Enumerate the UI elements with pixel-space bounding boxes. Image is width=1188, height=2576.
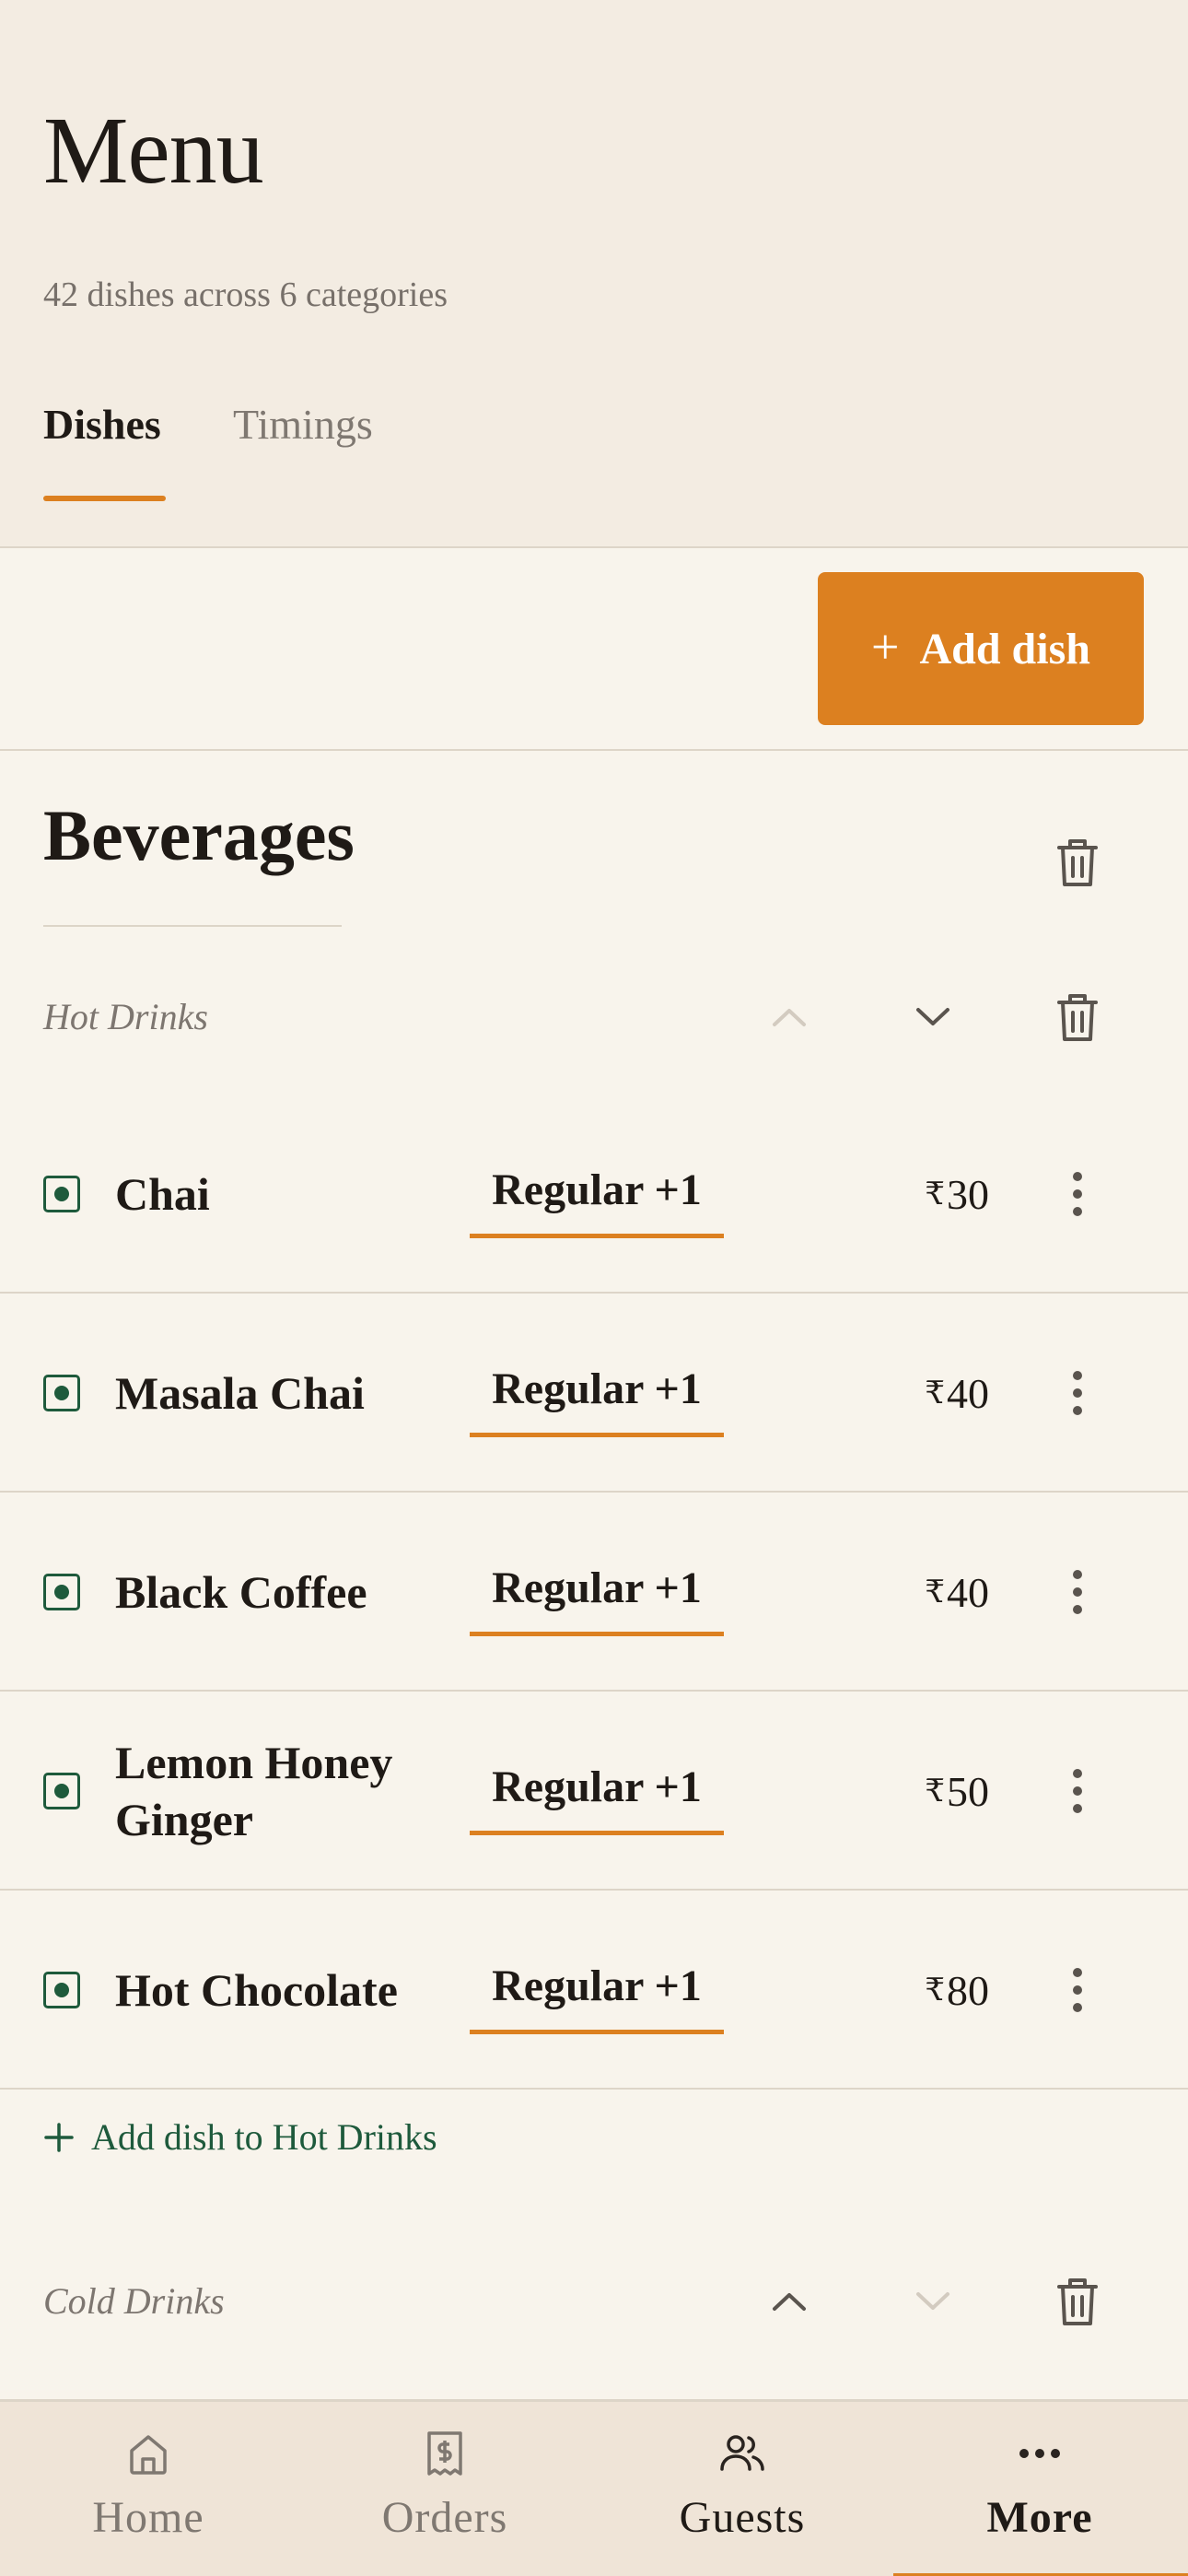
add-dish-button[interactable]: + Add dish bbox=[818, 572, 1144, 725]
category-divider bbox=[43, 925, 342, 927]
users-icon bbox=[720, 2435, 764, 2471]
veg-indicator-icon bbox=[43, 1375, 80, 1411]
move-down-button[interactable] bbox=[896, 980, 970, 1054]
move-up-button[interactable] bbox=[752, 980, 826, 1054]
home-icon bbox=[130, 2435, 167, 2475]
page-subtitle: 42 dishes across 6 categories bbox=[43, 275, 448, 314]
price-value: 40 bbox=[947, 1568, 989, 1616]
page-header: Menu 42 dishes across 6 categories Dishe… bbox=[0, 0, 1188, 548]
variant-selector[interactable]: Regular +1 bbox=[470, 1146, 724, 1238]
dish-row[interactable]: Chai Regular +1 ₹30 bbox=[0, 1095, 1188, 1294]
add-dish-to-subcategory-link[interactable]: Add dish to Hot Drinks bbox=[43, 2115, 437, 2159]
dish-name: Chai bbox=[115, 1167, 210, 1220]
dish-row[interactable]: Hot Chocolate Regular +1 ₹80 bbox=[0, 1891, 1188, 2090]
add-dish-to-subcategory-label: Add dish to Hot Drinks bbox=[91, 2116, 437, 2158]
dish-price: ₹40 bbox=[925, 1493, 989, 1692]
subcategory-label: Hot Drinks bbox=[43, 996, 208, 1037]
currency-symbol: ₹ bbox=[925, 1575, 945, 1610]
price-value: 40 bbox=[947, 1369, 989, 1417]
dish-name: Hot Chocolate bbox=[115, 1963, 398, 2016]
chevron-up-icon bbox=[773, 1009, 806, 1026]
currency-symbol: ₹ bbox=[925, 1177, 945, 1212]
delete-subcategory-button[interactable] bbox=[1041, 2265, 1114, 2338]
price-value: 80 bbox=[947, 1966, 989, 2014]
variant-selector[interactable]: Regular +1 bbox=[470, 1345, 724, 1437]
toolbar: + Add dish bbox=[0, 550, 1188, 751]
dish-name: Black Coffee bbox=[115, 1565, 367, 1618]
nav-item-more[interactable]: More bbox=[891, 2402, 1188, 2576]
add-dish-label: Add dish bbox=[919, 624, 1090, 673]
nav-label-home: Home bbox=[92, 2493, 204, 2542]
nav-item-home[interactable]: Home bbox=[0, 2402, 297, 2576]
currency-symbol: ₹ bbox=[925, 1774, 945, 1809]
veg-indicator-icon bbox=[43, 1176, 80, 1212]
veg-indicator-icon bbox=[43, 1574, 80, 1610]
plus-icon bbox=[44, 2122, 74, 2152]
more-options-button[interactable] bbox=[1041, 1356, 1114, 1430]
dish-name: Masala Chai bbox=[115, 1366, 365, 1419]
dish-price: ₹80 bbox=[925, 1891, 989, 2090]
dish-price: ₹50 bbox=[925, 1692, 989, 1891]
receipt-icon bbox=[427, 2431, 462, 2476]
tab-dishes[interactable]: Dishes bbox=[43, 404, 161, 446]
trash-icon bbox=[1057, 994, 1098, 1041]
variant-selector[interactable]: Regular +1 bbox=[470, 1743, 724, 1835]
currency-symbol: ₹ bbox=[925, 1973, 945, 2008]
move-down-button[interactable] bbox=[896, 2265, 970, 2338]
nav-item-orders[interactable]: Orders bbox=[297, 2402, 593, 2576]
dish-row[interactable]: Masala Chai Regular +1 ₹40 bbox=[0, 1294, 1188, 1493]
chevron-up-icon bbox=[773, 2293, 806, 2311]
variant-selector[interactable]: Regular +1 bbox=[470, 1942, 724, 2034]
trash-icon bbox=[1057, 2278, 1098, 2325]
delete-category-button[interactable] bbox=[1041, 825, 1114, 899]
category-title: Beverages bbox=[43, 795, 355, 875]
more-options-button[interactable] bbox=[1041, 1157, 1114, 1231]
chevron-down-icon bbox=[916, 1008, 949, 1025]
tab-timings[interactable]: Timings bbox=[233, 404, 373, 446]
variant-selector[interactable]: Regular +1 bbox=[470, 1544, 724, 1636]
more-icon bbox=[1019, 2449, 1060, 2458]
dish-price: ₹30 bbox=[925, 1095, 989, 1294]
move-up-button[interactable] bbox=[752, 2265, 826, 2338]
dish-name: Lemon Honey Ginger bbox=[115, 1736, 393, 1846]
active-tab-indicator bbox=[43, 496, 166, 501]
subcategory-label: Cold Drinks bbox=[43, 2280, 225, 2322]
nav-label-guests: Guests bbox=[679, 2493, 806, 2542]
bottom-nav: Home Orders Guests More bbox=[0, 2399, 1188, 2576]
price-value: 30 bbox=[947, 1170, 989, 1218]
more-options-button[interactable] bbox=[1041, 1754, 1114, 1828]
dish-row[interactable]: Black Coffee Regular +1 ₹40 bbox=[0, 1493, 1188, 1692]
veg-indicator-icon bbox=[43, 1773, 80, 1809]
more-options-button[interactable] bbox=[1041, 1953, 1114, 2027]
trash-icon bbox=[1057, 839, 1098, 886]
dish-row[interactable]: Lemon Honey Ginger Regular +1 ₹50 bbox=[0, 1692, 1188, 1891]
page-title: Menu bbox=[43, 98, 264, 204]
price-value: 50 bbox=[947, 1767, 989, 1815]
currency-symbol: ₹ bbox=[925, 1376, 945, 1411]
nav-label-more: More bbox=[986, 2493, 1093, 2542]
delete-subcategory-button[interactable] bbox=[1041, 980, 1114, 1054]
dish-price: ₹40 bbox=[925, 1294, 989, 1493]
nav-item-guests[interactable]: Guests bbox=[594, 2402, 891, 2576]
plus-icon: + bbox=[871, 619, 900, 674]
nav-label-orders: Orders bbox=[381, 2493, 508, 2542]
veg-indicator-icon bbox=[43, 1972, 80, 2008]
more-options-button[interactable] bbox=[1041, 1555, 1114, 1629]
chevron-down-icon bbox=[916, 2292, 949, 2310]
